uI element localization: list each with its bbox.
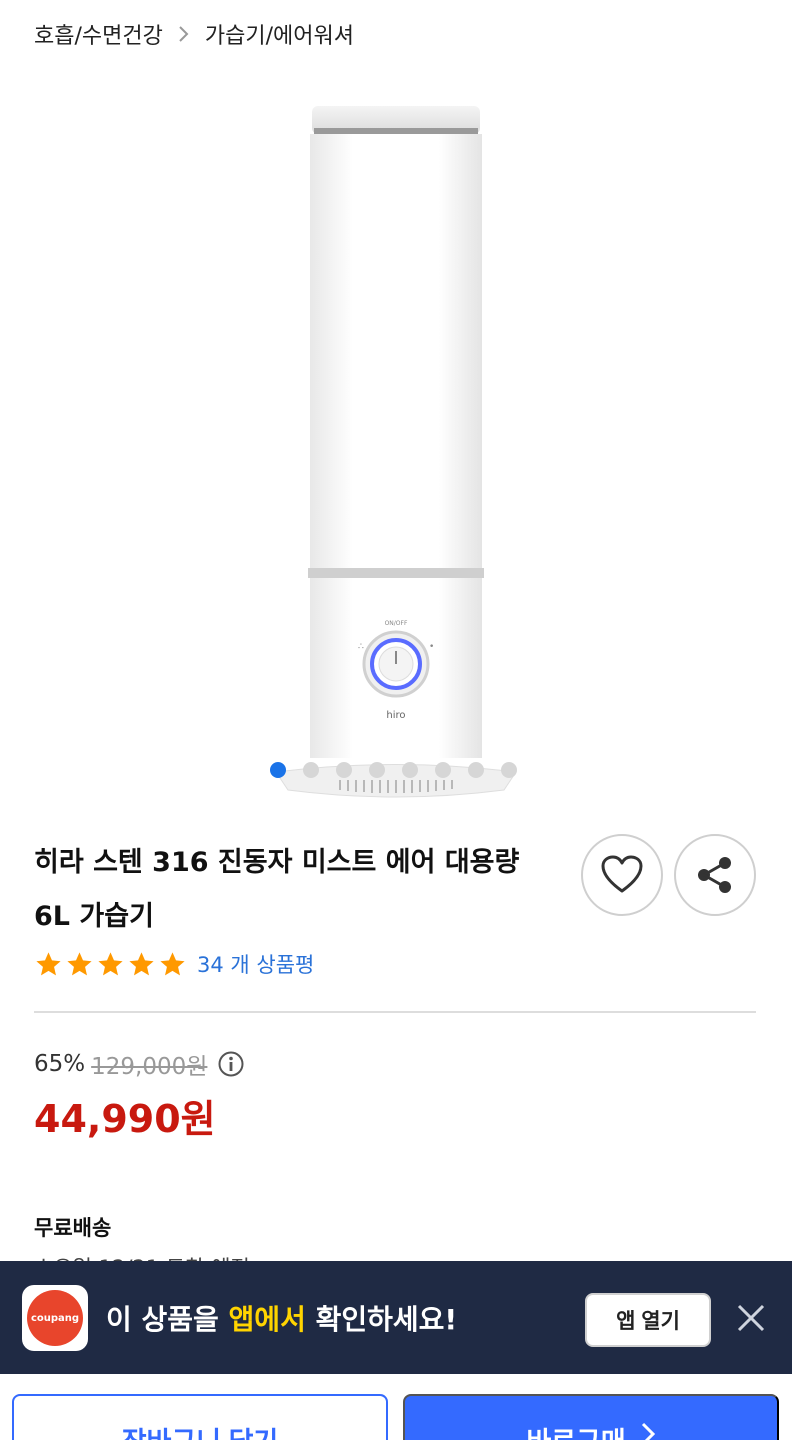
app-install-banner: coupang 이 상품을 앱에서 확인하세요! 앱 열기 [0, 1261, 792, 1374]
original-price: 129,000원 [91, 1054, 208, 1080]
heart-icon [601, 855, 643, 893]
gallery-dot[interactable] [270, 762, 286, 778]
info-icon[interactable] [217, 1050, 245, 1078]
gallery-dot[interactable] [336, 762, 352, 778]
sale-price: 44,990원 [34, 1097, 216, 1141]
logo-text: coupang [30, 1312, 80, 1324]
buy-now-label: 바로구매 [526, 1420, 625, 1440]
share-button[interactable] [674, 834, 756, 916]
star-icon [160, 951, 185, 975]
section-divider [34, 1011, 756, 1013]
open-app-button[interactable]: 앱 열기 [585, 1293, 711, 1347]
wishlist-button[interactable] [581, 834, 663, 916]
svg-text:∴: ∴ [358, 642, 364, 652]
gallery-dot[interactable] [369, 762, 385, 778]
rating-stars [34, 950, 187, 979]
price-meta: 65% 129,000원 [34, 1046, 245, 1082]
gallery-dot[interactable] [468, 762, 484, 778]
banner-text-before: 이 상품을 [106, 1303, 229, 1336]
bottom-action-bar: 장바구니 담기 바로구매 [0, 1374, 792, 1440]
discount-rate: 65% [34, 1051, 86, 1077]
breadcrumb-subcategory[interactable]: 가습기/에어워셔 [205, 18, 354, 50]
gallery-dot[interactable] [303, 762, 319, 778]
share-icon [698, 857, 731, 893]
product-rating[interactable]: 34 개 상품평 [34, 944, 314, 984]
shipping-label: 무료배송 [34, 1216, 112, 1240]
breadcrumb: 호흡/수면건강 가습기/에어워셔 [34, 18, 354, 50]
star-icon [67, 951, 92, 975]
svg-text:•: • [429, 642, 434, 652]
product-title: 히라 스텐 316 진동자 미스트 에어 대용량 6L 가습기 [34, 847, 520, 932]
banner-message: 이 상품을 앱에서 확인하세요! [106, 1298, 457, 1338]
svg-text:ON/OFF: ON/OFF [385, 620, 408, 627]
gallery-dot[interactable] [501, 762, 517, 778]
product-image: ON/OFF ∴ • hiro [275, 106, 517, 798]
coupang-logo: coupang [22, 1285, 88, 1351]
product-image-gallery[interactable]: ON/OFF ∴ • hiro [0, 82, 792, 802]
banner-text-after: 확인하세요! [305, 1303, 458, 1336]
gallery-dot[interactable] [435, 762, 451, 778]
add-to-cart-button[interactable]: 장바구니 담기 [12, 1394, 388, 1440]
chevron-right-icon [641, 1422, 655, 1440]
gallery-dot[interactable] [402, 762, 418, 778]
add-to-cart-label: 장바구니 담기 [122, 1420, 279, 1440]
buy-now-button[interactable]: 바로구매 [403, 1394, 779, 1440]
banner-text-highlight: 앱에서 [228, 1303, 306, 1336]
breadcrumb-category[interactable]: 호흡/수면건강 [34, 18, 163, 50]
star-icon [98, 951, 123, 975]
svg-text:hiro: hiro [386, 710, 405, 721]
star-icon [129, 951, 154, 975]
star-icon [36, 951, 61, 975]
review-count-link[interactable]: 34 개 상품평 [197, 949, 314, 979]
chevron-right-icon [177, 23, 191, 45]
close-icon[interactable] [734, 1301, 768, 1335]
gallery-pagination [270, 762, 517, 778]
